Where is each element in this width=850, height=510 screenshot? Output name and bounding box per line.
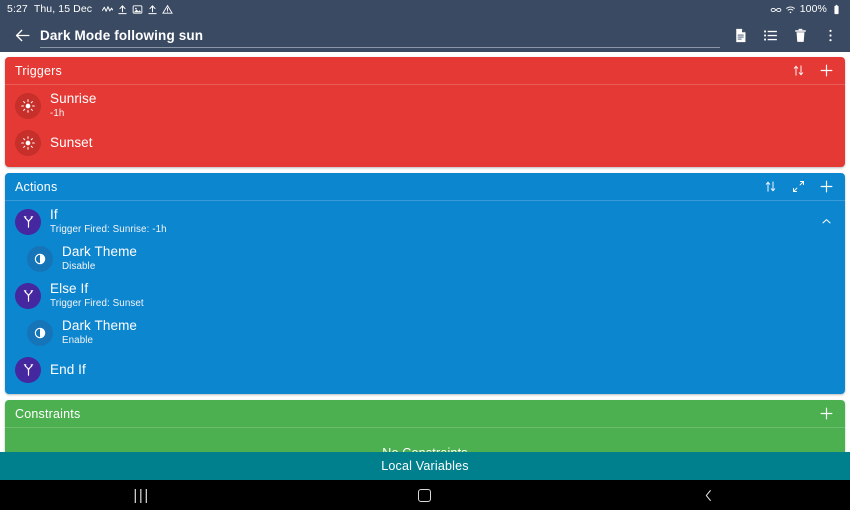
macro-editor-content: Triggers Sunrise -1h Sunset Actions If T… — [0, 52, 850, 480]
triggers-card: Triggers Sunrise -1h Sunset — [5, 57, 845, 167]
back-button[interactable] — [567, 488, 850, 503]
actions-list: If Trigger Fired: Sunrise: -1h Dark Them… — [5, 201, 845, 394]
sunset-icon — [15, 129, 41, 156]
actions-header-actions — [757, 174, 839, 200]
local-variables-bar[interactable]: Local Variables — [0, 452, 850, 480]
trigger-texts: Sunrise -1h — [50, 91, 839, 120]
branch-icon — [15, 356, 41, 383]
app-bar-actions — [726, 21, 844, 49]
action-title: Dark Theme — [62, 318, 138, 333]
device-screen: 5:27 Thu, 15 Dec 100% Dark Mode followin… — [0, 0, 850, 510]
chevron-up-icon[interactable] — [813, 209, 839, 235]
wifi-icon — [785, 4, 796, 15]
triggers-title: Triggers — [15, 63, 62, 78]
trigger-row[interactable]: Sunrise -1h — [5, 87, 845, 124]
macro-name-field-wrapper[interactable]: Dark Mode following sun — [40, 18, 720, 52]
battery-icon — [831, 4, 842, 15]
action-texts: End If — [50, 362, 839, 378]
action-subtitle: Disable — [62, 261, 96, 272]
branch-icon — [15, 282, 41, 309]
description-icon[interactable] — [726, 21, 754, 49]
actions-card: Actions If Trigger Fired: Sunrise: -1h D… — [5, 173, 845, 394]
trigger-texts: Sunset — [50, 135, 839, 151]
trigger-subtitle: -1h — [50, 108, 65, 119]
action-row[interactable]: Dark Theme Enable — [5, 314, 845, 351]
triggers-header-actions — [785, 58, 839, 84]
link-icon — [770, 4, 782, 15]
trigger-row[interactable]: Sunset — [5, 124, 845, 161]
image-icon — [132, 4, 143, 15]
action-row-actions — [813, 209, 839, 235]
local-variables-label: Local Variables — [381, 459, 469, 473]
action-texts: Else If Trigger Fired: Sunset — [50, 281, 839, 310]
sort-icon[interactable] — [785, 58, 811, 84]
recents-glyph: ||| — [133, 486, 150, 504]
trigger-title: Sunset — [50, 134, 93, 150]
add-icon[interactable] — [813, 174, 839, 200]
action-subtitle: Trigger Fired: Sunset — [50, 298, 144, 309]
home-button[interactable] — [283, 488, 566, 502]
app-bar: Dark Mode following sun — [0, 18, 850, 52]
action-title: Else If — [50, 281, 89, 296]
arrow-left-icon[interactable] — [8, 21, 36, 49]
action-subtitle: Trigger Fired: Sunrise: -1h — [50, 224, 167, 235]
status-bar: 5:27 Thu, 15 Dec 100% — [0, 0, 850, 18]
back-icon — [705, 489, 711, 501]
trigger-title: Sunrise — [50, 91, 97, 106]
action-row[interactable]: Else If Trigger Fired: Sunset — [5, 277, 845, 314]
status-bar-right: 100% — [770, 3, 842, 15]
actions-header: Actions — [5, 173, 845, 201]
action-row[interactable]: End If — [5, 351, 845, 388]
status-notification-icons — [102, 4, 174, 15]
constraints-header: Constraints — [5, 400, 845, 428]
expand-icon[interactable] — [785, 174, 811, 200]
add-icon[interactable] — [813, 401, 839, 427]
action-row[interactable]: Dark Theme Disable — [5, 240, 845, 277]
triggers-list: Sunrise -1h Sunset — [5, 85, 845, 167]
action-title: If — [50, 207, 58, 222]
brightness-icon — [27, 319, 53, 346]
warning-icon — [162, 4, 174, 15]
brightness-icon — [27, 245, 53, 272]
battery-percent-label: 100% — [799, 3, 827, 15]
status-date: Thu, 15 Dec — [33, 3, 93, 15]
trash-icon[interactable] — [786, 21, 814, 49]
action-row[interactable]: If Trigger Fired: Sunrise: -1h — [5, 203, 845, 240]
constraints-title: Constraints — [15, 406, 81, 421]
branch-icon — [15, 208, 41, 235]
macro-name-input[interactable]: Dark Mode following sun — [40, 28, 720, 48]
action-title: End If — [50, 361, 86, 377]
action-texts: If Trigger Fired: Sunrise: -1h — [50, 207, 813, 236]
list-icon[interactable] — [756, 21, 784, 49]
constraints-header-actions — [813, 401, 839, 427]
activity-icon — [102, 4, 114, 15]
add-icon[interactable] — [813, 58, 839, 84]
more-vert-icon[interactable] — [816, 21, 844, 49]
action-texts: Dark Theme Enable — [62, 318, 839, 347]
triggers-header: Triggers — [5, 57, 845, 85]
actions-title: Actions — [15, 179, 58, 194]
action-subtitle: Enable — [62, 335, 94, 346]
android-navigation-bar: ||| — [0, 480, 850, 510]
sunrise-icon — [15, 92, 41, 119]
recents-button[interactable]: ||| — [0, 487, 283, 504]
upload-icon — [117, 4, 128, 15]
status-time: 5:27 — [7, 3, 28, 15]
sort-icon[interactable] — [757, 174, 783, 200]
action-title: Dark Theme — [62, 244, 138, 259]
status-bar-left: 5:27 Thu, 15 Dec — [7, 3, 174, 15]
action-texts: Dark Theme Disable — [62, 244, 839, 273]
home-icon — [418, 488, 432, 502]
upload-icon — [147, 4, 158, 15]
